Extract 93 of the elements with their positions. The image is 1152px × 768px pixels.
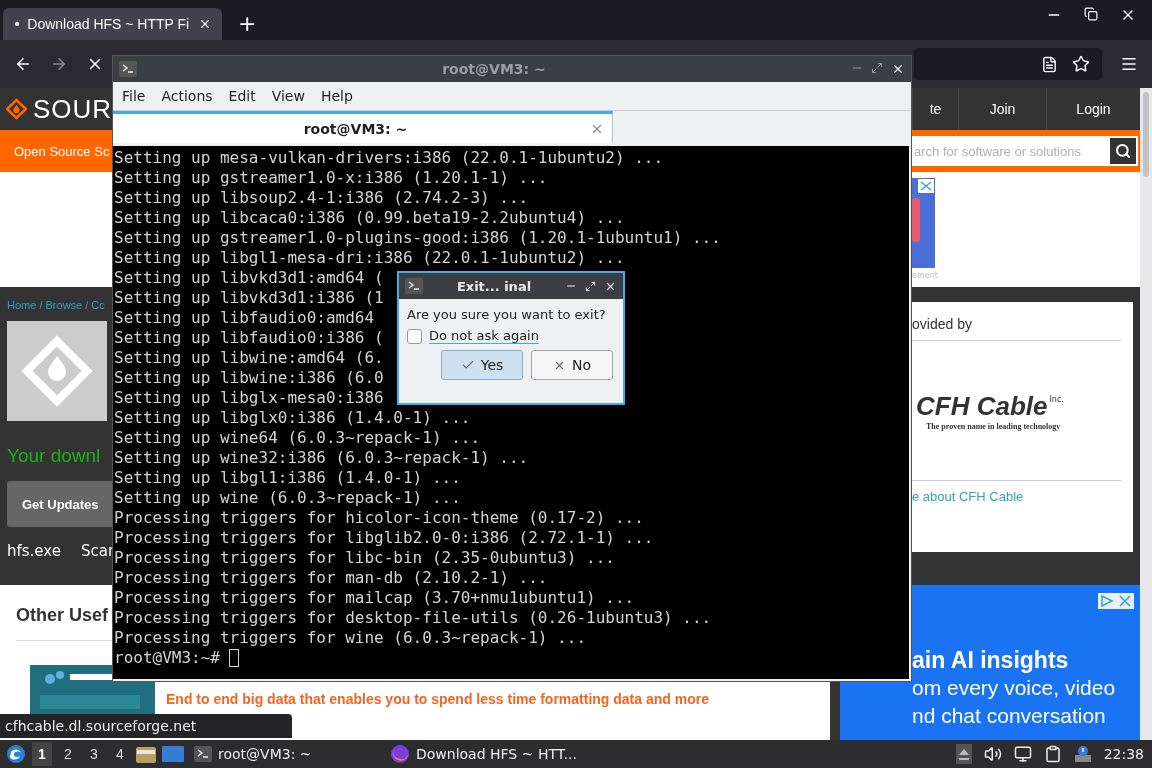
terminal-tab[interactable]: root@VM3: ~ <box>113 111 613 143</box>
address-bar[interactable] <box>914 48 1102 80</box>
terminal-line: Setting up wine32:i386 (6.0.3~repack-1) ... <box>114 448 529 468</box>
scan-label: Scar <box>81 542 115 560</box>
workspace-button[interactable]: 2 <box>58 742 78 766</box>
breadcrumb[interactable]: Home / Browse / Cc <box>7 299 112 311</box>
taskbar-task[interactable]: root@VM3: ~ <box>190 741 380 767</box>
menu-item[interactable]: View <box>266 88 316 104</box>
start-menu-icon[interactable] <box>6 744 26 764</box>
terminal-line: Setting up gstreamer1.0-plugins-good:i386 (1.20.1-1ubuntu1) ... <box>114 228 721 248</box>
download-message: Your downl <box>7 445 102 467</box>
check-icon <box>460 358 475 372</box>
terminal-line: Processing triggers for libglib2.0-0:i386 (2.72.1-1) ... <box>114 528 654 548</box>
cursor <box>228 649 239 667</box>
terminal-line: Processing triggers for mailcap (3.70+nmu1ubuntu1) ... <box>114 588 635 608</box>
site-logo-text: SOUR <box>32 93 112 125</box>
terminal-line: Setting up libfaudio0:amd64 <box>114 308 375 328</box>
close-icon[interactable] <box>891 62 905 76</box>
get-updates-button[interactable]: Get Updates <box>7 481 112 527</box>
terminal-icon <box>119 61 137 77</box>
ad-label: ement <box>912 271 939 280</box>
maximize-icon[interactable] <box>585 280 596 292</box>
ad-choices-icon[interactable] <box>1098 593 1134 609</box>
project-logo-icon <box>7 321 107 421</box>
workspace-button[interactable]: 4 <box>110 742 130 766</box>
checkbox[interactable] <box>407 328 422 344</box>
menu-item[interactable]: Help <box>315 88 364 104</box>
bookmark-star-icon[interactable] <box>1072 55 1090 73</box>
scrollbar[interactable] <box>1140 88 1152 740</box>
cfh-tagline: The proven name in leading technology <box>925 421 1062 431</box>
terminal-line: Setting up wine64 (6.0.3~repack-1) ... <box>114 428 481 448</box>
eject-icon[interactable] <box>955 744 972 764</box>
terminal-line: Processing triggers for wine (6.0.3~repack-1) ... <box>114 628 586 648</box>
terminal-line: Processing triggers for libc-bin (2.35-0ubuntu3) ... <box>114 548 615 568</box>
terminal-line: Setting up libvkd3d1:i386 (1 <box>114 288 384 308</box>
terminal-line: Setting up libvkd3d1:amd64 ( <box>114 268 384 288</box>
terminal-line: Setting up libgl1-mesa-dri:i386 (22.0.1-1ubuntu2) ... <box>114 248 625 268</box>
workspace-button[interactable]: 1 <box>32 742 52 766</box>
volume-icon[interactable] <box>983 745 1002 763</box>
checkbox-label[interactable]: Do not ask again <box>429 328 539 344</box>
ad-headline: ain AI insights <box>911 647 1070 674</box>
terminal-line: Setting up libsoup2.4-1:i386 (2.74.2-3) ... <box>114 188 529 208</box>
yes-button[interactable]: Yes <box>441 350 523 380</box>
menu-item[interactable]: File <box>117 88 157 104</box>
notification-icon[interactable] <box>1073 745 1092 763</box>
terminal-line: Setting up gstreamer1.0-x:i386 (1.20.1-1) ... <box>114 168 548 188</box>
terminal-line: Setting up libwine:amd64 (6. <box>114 348 384 368</box>
back-icon[interactable] <box>14 55 32 73</box>
window-title: root@VM3: ~ <box>441 61 547 77</box>
no-button[interactable]: No <box>531 350 613 380</box>
forward-icon[interactable] <box>50 55 68 73</box>
workspace-button[interactable]: 3 <box>84 742 104 766</box>
file-name: hfs.exe <box>7 542 61 560</box>
terminal-line: Setting up mesa-vulkan-drivers:i386 (22.0.1-1ubuntu2) ... <box>114 148 664 168</box>
taskbar-task[interactable]: Download HFS ~ HTT... <box>386 741 606 767</box>
reader-icon[interactable] <box>1041 55 1058 73</box>
tab-title: Download HFS ~ HTTP Fi <box>27 16 191 32</box>
new-tab-button[interactable]: + <box>238 11 257 36</box>
menu-icon[interactable] <box>1120 55 1138 73</box>
terminal-icon <box>194 746 212 762</box>
menu-item[interactable]: Actions <box>156 88 224 104</box>
terminal-line: Setting up libglx-mesa0:i386 <box>114 388 384 408</box>
terminal-prompt: root@VM3:~# <box>114 648 220 668</box>
search-icon <box>1115 143 1131 159</box>
browser-tab[interactable]: • Download HFS ~ HTTP Fi <box>3 8 222 40</box>
ad-text: om every voice, video <box>911 675 1117 701</box>
terminal-line: Setting up libcaca0:i386 (0.99.beta19-2.2ubuntu4) ... <box>114 208 625 228</box>
folder-icon[interactable] <box>136 745 156 763</box>
terminal-line: Setting up libfaudio0:i386 ( <box>114 328 384 348</box>
terminal-line: Processing triggers for man-db (2.10.2-1) ... <box>114 568 548 588</box>
maximize-icon[interactable] <box>871 62 883 74</box>
terminal-line: Processing triggers for desktop-file-utils (0.26-1ubuntu3) ... <box>114 608 712 628</box>
terminal-line: Setting up libglx0:i386 (1.4.0-1) ... <box>114 408 471 428</box>
clipboard-icon[interactable] <box>1043 745 1062 763</box>
fox-globe-icon <box>390 744 410 764</box>
close-icon[interactable] <box>198 17 212 31</box>
terminal-line: Setting up wine (6.0.3~repack-1) ... <box>114 488 461 508</box>
ad-text: nd chat conversation <box>911 703 1107 729</box>
status-tooltip: cfhcable.dl.sourceforge.net <box>0 714 292 738</box>
terminal-line: Setting up libwine:i386 (6.0 <box>114 368 384 388</box>
terminal-line: Processing triggers for hicolor-icon-theme (0.17-2) ... <box>114 508 644 528</box>
search-button[interactable] <box>1110 138 1136 164</box>
terminal-icon <box>405 278 423 294</box>
cfh-logo-name: CFH Cable <box>916 390 1048 422</box>
dialog-title: Exit... inal <box>455 278 533 294</box>
restore-icon[interactable] <box>1084 7 1098 21</box>
menu-item[interactable]: Edit <box>223 88 267 104</box>
loading-dot: • <box>13 16 22 32</box>
terminal-line: Setting up libgl1:i386 (1.4.0-1) ... <box>114 468 461 488</box>
network-icon[interactable] <box>1013 745 1032 763</box>
dialog-message: Are you sure you want to exit? <box>407 307 607 322</box>
clock: 22:38 <box>1103 746 1144 762</box>
cfh-logo-suffix: Inc. <box>1049 394 1064 404</box>
